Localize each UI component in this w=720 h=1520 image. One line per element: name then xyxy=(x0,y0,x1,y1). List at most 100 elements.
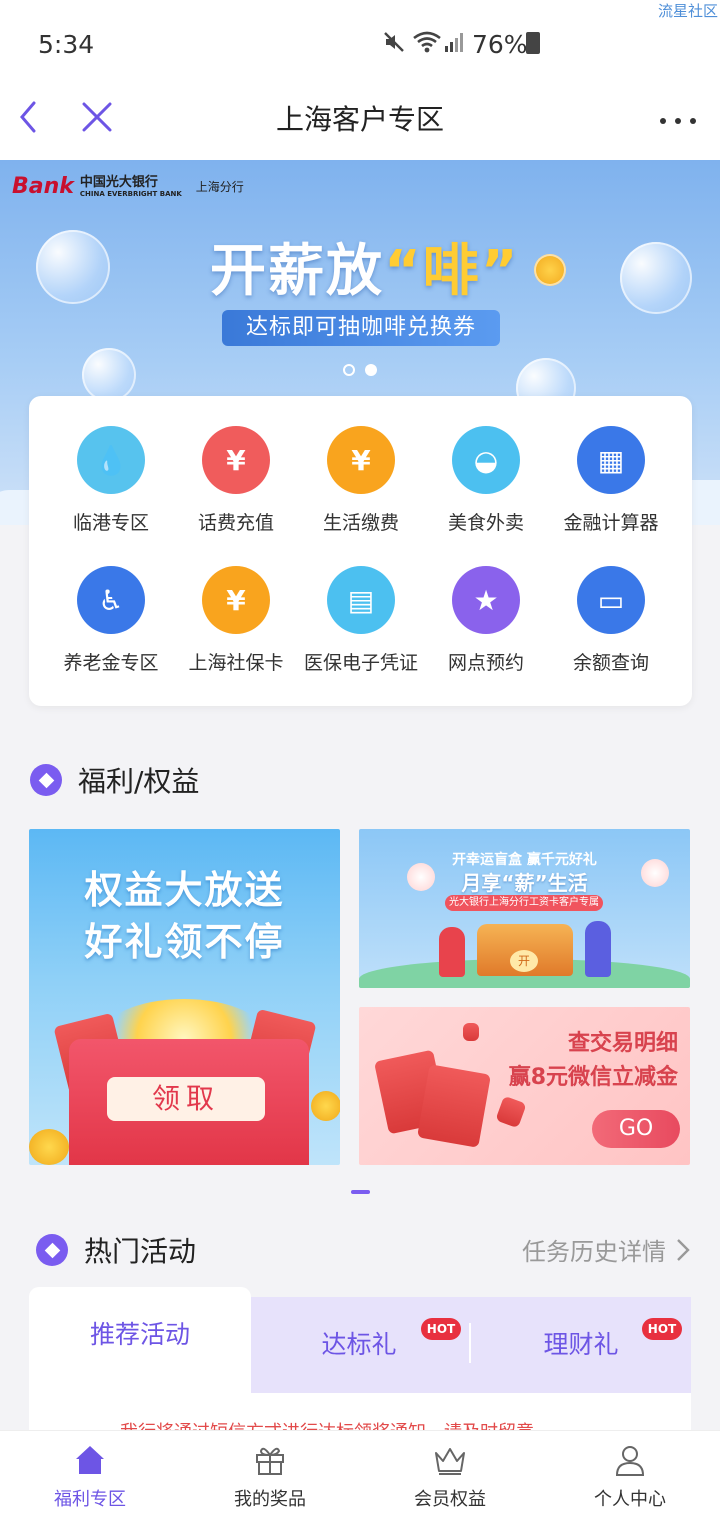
tab-target-gift[interactable]: 达标礼 xyxy=(249,1297,469,1393)
coffee-bubble-icon xyxy=(82,348,136,402)
hot-badge: HOT xyxy=(421,1318,461,1340)
carousel-dot[interactable] xyxy=(343,364,355,376)
coffee-bubble-icon xyxy=(620,242,692,314)
service-label: 美食外卖 xyxy=(447,512,524,534)
gift-bubble-icon xyxy=(641,859,669,887)
coupon-bubble-icon xyxy=(36,230,110,304)
signal-icon xyxy=(444,30,466,58)
tab-recommended[interactable]: 推荐活动 xyxy=(29,1287,251,1393)
promo-transaction[interactable]: 查交易明细 赢8元微信立减金 GO xyxy=(359,1007,690,1165)
service-item[interactable]: ▭ 余额查询 xyxy=(545,566,677,675)
red-packet-icon xyxy=(495,1095,527,1129)
diamond-badge-icon xyxy=(30,764,62,796)
bank-mark: Bank xyxy=(12,174,74,199)
nav-bar: 上海客户专区 xyxy=(0,84,720,160)
service-grid: 💧 临港专区 ¥ 话费充值 ¥ 生活缴费 ◒ 美食外卖 ▦ 金融计算器 ♿ 养老金专区 ¥ 上海社保卡 ▤ 医… xyxy=(29,396,692,706)
blind-box-line1: 开幸运盲盒 赢千元好礼 xyxy=(452,852,597,868)
phone-yuan-icon: ¥ xyxy=(202,426,270,494)
promo-gift-line1: 权益大放送 xyxy=(84,868,285,912)
benefits-title: 福利/权益 xyxy=(78,765,200,798)
wifi-icon xyxy=(412,30,442,58)
treasure-chest-icon: 开 xyxy=(477,924,573,976)
benefits-header: 福利/权益 xyxy=(30,760,199,800)
nav-item-prizes[interactable]: 我的奖品 xyxy=(180,1443,360,1511)
chest-open-label: 开 xyxy=(510,950,538,972)
service-item[interactable]: ¥ 上海社保卡 xyxy=(170,566,302,675)
nav-item-welfare[interactable]: 福利专区 xyxy=(0,1443,180,1511)
service-item[interactable]: ▤ 医保电子凭证 xyxy=(295,566,427,675)
service-item[interactable]: ¥ 话费充值 xyxy=(170,426,302,535)
service-label: 养老金专区 xyxy=(63,652,159,674)
coin-icon xyxy=(311,1091,340,1121)
booking-icon: ★ xyxy=(452,566,520,634)
calculator-icon: ▦ xyxy=(577,426,645,494)
go-button[interactable]: GO xyxy=(592,1110,680,1148)
service-item[interactable]: ¥ 生活缴费 xyxy=(295,426,427,535)
id-card-icon: ▤ xyxy=(327,566,395,634)
person-figure xyxy=(439,927,465,977)
tab-label: 理财礼 xyxy=(543,1330,619,1359)
nav-label: 个人中心 xyxy=(594,1489,666,1510)
service-item[interactable]: ◒ 美食外卖 xyxy=(420,426,552,535)
home-icon xyxy=(76,1446,104,1474)
activities-title: 热门活动 xyxy=(84,1235,197,1268)
bank-name-cn: 中国光大银行 xyxy=(79,174,158,190)
banner-title-main: 开薪放 xyxy=(210,239,384,304)
watermark: 流星社区 xyxy=(657,2,718,20)
activity-tabs: 推荐活动 达标礼 HOT 理财礼 HOT xyxy=(29,1287,691,1393)
transaction-line1: 查交易明细 xyxy=(567,1031,678,1056)
nav-label: 会员权益 xyxy=(414,1489,486,1510)
crown-icon xyxy=(435,1448,465,1475)
tab-label: 达标礼 xyxy=(321,1330,397,1359)
coin-icon xyxy=(29,1129,69,1165)
nav-item-membership[interactable]: 会员权益 xyxy=(360,1443,540,1511)
service-item[interactable]: ★ 网点预约 xyxy=(420,566,552,675)
nav-label: 福利专区 xyxy=(54,1489,126,1510)
banner-subtitle: 达标即可抽咖啡兑换券 xyxy=(222,310,500,346)
wallet-icon: ▭ xyxy=(577,566,645,634)
gift-icon xyxy=(256,1447,284,1475)
promo-gift-card[interactable]: 权益大放送 好礼领不停 领取 xyxy=(29,829,340,1165)
bank-name-en: CHINA EVERBRIGHT BANK xyxy=(79,189,182,198)
wallet-yuan-icon: ¥ xyxy=(327,426,395,494)
nav-item-profile[interactable]: 个人中心 xyxy=(540,1443,720,1511)
tab-wealth-gift[interactable]: 理财礼 xyxy=(471,1297,691,1393)
service-label: 网点预约 xyxy=(447,652,524,674)
service-label: 上海社保卡 xyxy=(188,652,284,674)
service-label: 话费充值 xyxy=(197,512,274,534)
bank-branch: 上海分行 xyxy=(195,180,244,194)
more-dots-icon[interactable] xyxy=(658,112,698,124)
person-figure xyxy=(585,921,611,977)
activities-header: 热门活动 xyxy=(36,1230,196,1270)
service-label: 医保电子凭证 xyxy=(303,652,418,674)
water-drop-icon: 💧 xyxy=(77,426,145,494)
page-title: 上海客户专区 xyxy=(275,103,444,136)
status-bar: 5:34 76% 流星社区 xyxy=(0,0,720,84)
red-packet-icon xyxy=(417,1064,491,1148)
battery-percent: 76% xyxy=(472,30,528,59)
banner-title-quote: “啡” xyxy=(384,239,520,304)
mute-icon xyxy=(382,30,406,58)
service-label: 临港专区 xyxy=(72,512,149,534)
service-item[interactable]: 💧 临港专区 xyxy=(45,426,177,535)
promo-blind-box[interactable]: 开幸运盲盒 赢千元好礼 月享“薪”生活 光大银行上海分行工资卡客户专属 开 xyxy=(359,829,690,988)
gift-bubble-icon xyxy=(407,863,435,891)
battery-icon xyxy=(526,32,540,54)
service-label: 余额查询 xyxy=(572,652,649,674)
elderly-person-icon: ♿ xyxy=(77,566,145,634)
claim-button[interactable]: 领取 xyxy=(107,1077,265,1121)
blind-box-line3: 光大银行上海分行工资卡客户专属 xyxy=(445,895,603,911)
banner-title: 开薪放“啡” xyxy=(210,226,520,307)
diamond-badge-icon xyxy=(36,1234,68,1266)
promo-gift-line2: 好礼领不停 xyxy=(84,920,285,964)
chevron-right-icon xyxy=(677,1238,690,1261)
food-bowl-icon: ◒ xyxy=(452,426,520,494)
person-icon xyxy=(615,1446,645,1476)
hot-badge: HOT xyxy=(642,1318,682,1340)
bottom-nav: 福利专区 我的奖品 会员权益 个人中心 xyxy=(0,1430,720,1520)
carousel-dot-active[interactable] xyxy=(365,364,377,376)
task-history-link[interactable]: 任务历史详情 xyxy=(522,1232,690,1267)
service-item[interactable]: ♿ 养老金专区 xyxy=(45,566,177,675)
shield-yuan-icon: ¥ xyxy=(202,566,270,634)
service-item[interactable]: ▦ 金融计算器 xyxy=(545,426,677,535)
